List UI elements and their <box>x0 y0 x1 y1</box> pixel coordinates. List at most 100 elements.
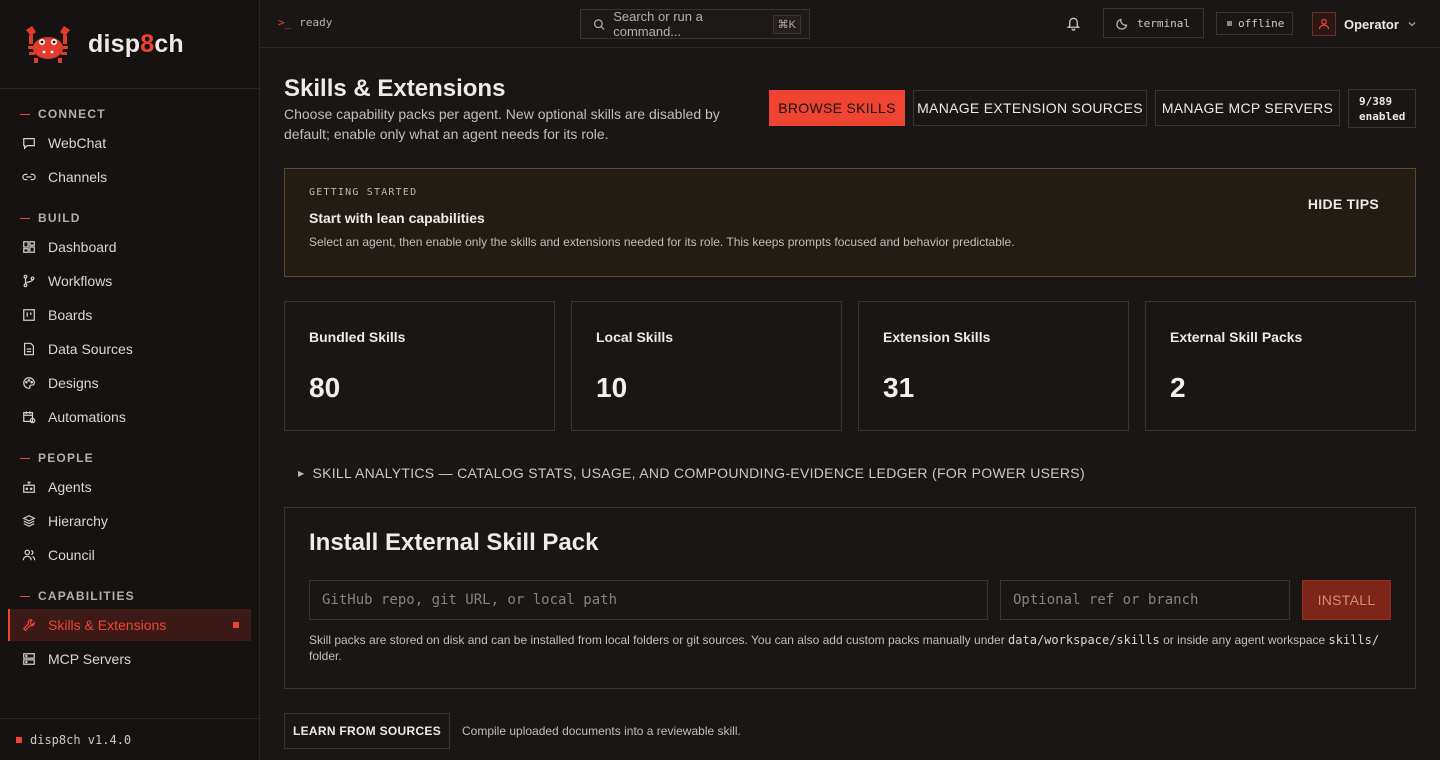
skill-source-placeholder: GitHub repo, git URL, or local path <box>322 592 618 608</box>
getting-started-tips: GETTING STARTED Start with lean capabili… <box>284 168 1416 277</box>
stat-value: 10 <box>596 372 628 403</box>
sidebar-item-label: Skills & Extensions <box>48 617 167 633</box>
active-indicator <box>233 622 239 628</box>
sidebar-item-label: MCP Servers <box>48 651 131 667</box>
sidebar-item-automations[interactable]: Automations <box>8 401 251 433</box>
install-note: Skill packs are stored on disk and can b… <box>309 633 1380 663</box>
chevron-down-icon <box>1408 22 1416 27</box>
palette-icon <box>23 377 35 389</box>
connection-label: offline <box>1238 17 1285 30</box>
manage-extension-sources-button[interactable]: MANAGE EXTENSION SOURCES <box>913 90 1147 126</box>
nav-section-capabilities: CAPABILITIES <box>0 585 259 607</box>
sidebar-item-label: Hierarchy <box>48 513 108 529</box>
sidebar-item-label: Channels <box>48 169 108 185</box>
sidebar-item-council[interactable]: Council <box>8 539 251 571</box>
sidebar-item-data-sources[interactable]: Data Sources <box>8 333 251 365</box>
nav-section-build: BUILD <box>0 207 259 229</box>
command-search[interactable]: Search or run a command... ⌘K <box>580 9 810 39</box>
search-icon <box>593 18 605 30</box>
stat-card-extension-skills: Extension Skills 31 <box>858 301 1129 431</box>
bell-icon <box>1066 17 1081 31</box>
browse-skills-button[interactable]: BROWSE SKILLS <box>769 90 905 126</box>
stat-value: 80 <box>309 372 341 403</box>
stat-label: Bundled Skills <box>309 329 406 345</box>
layers-icon <box>22 515 36 527</box>
nav-section-people: PEOPLE <box>0 447 259 469</box>
enabled-count: 9/389 <box>1359 95 1393 108</box>
sidebar-item-dashboard[interactable]: Dashboard <box>8 231 251 263</box>
sidebar-item-label: Dashboard <box>48 239 117 255</box>
topbar: >_ ready Search or run a command... ⌘K t… <box>260 0 1440 48</box>
version-footer: disp8ch v1.4.0 <box>0 718 259 760</box>
enabled-count-badge: 9/389 enabled <box>1348 89 1416 128</box>
enabled-count-label: enabled <box>1359 110 1406 123</box>
install-panel-title: Install External Skill Pack <box>309 529 599 556</box>
stat-label: Local Skills <box>596 329 674 345</box>
sidebar-item-label: Workflows <box>48 273 113 289</box>
crab-logo-icon <box>26 26 70 63</box>
board-icon <box>23 309 35 321</box>
user-name: Operator <box>1344 16 1399 32</box>
ref-branch-placeholder: Optional ref or branch <box>1013 592 1199 608</box>
wrench-icon <box>22 619 35 632</box>
calendar-clock-icon <box>23 411 36 424</box>
stat-value: 2 <box>1170 372 1186 403</box>
sidebar-item-workflows[interactable]: Workflows <box>8 265 251 297</box>
learn-from-sources-button[interactable]: LEARN FROM SOURCES <box>284 713 450 749</box>
tips-body: Select an agent, then enable only the sk… <box>309 235 1015 249</box>
main-content: Skills & Extensions Choose capability pa… <box>284 48 1416 760</box>
avatar <box>1312 12 1336 36</box>
manage-mcp-servers-button[interactable]: MANAGE MCP SERVERS <box>1155 90 1340 126</box>
moon-icon <box>1116 18 1128 30</box>
skill-source-input[interactable]: GitHub repo, git URL, or local path <box>309 580 988 620</box>
sidebar-item-skills-extensions[interactable]: Skills & Extensions <box>8 609 251 641</box>
page-title: Skills & Extensions <box>284 75 506 102</box>
sidebar-item-webchat[interactable]: WebChat <box>8 127 251 159</box>
robot-icon <box>23 481 35 493</box>
sidebar-item-designs[interactable]: Designs <box>8 367 251 399</box>
skill-analytics-toggle[interactable]: ▶ SKILL ANALYTICS — CATALOG STATS, USAGE… <box>298 465 1085 481</box>
server-icon <box>23 653 35 665</box>
chat-icon <box>23 138 35 150</box>
theme-label: terminal <box>1137 16 1190 30</box>
sidebar-item-label: Data Sources <box>48 341 133 357</box>
sidebar-item-label: Designs <box>48 375 99 391</box>
sidebar-item-label: Automations <box>48 409 126 425</box>
sidebar-item-agents[interactable]: Agents <box>8 471 251 503</box>
theme-toggle-button[interactable]: terminal <box>1103 8 1204 38</box>
skill-analytics-label: SKILL ANALYTICS — CATALOG STATS, USAGE, … <box>312 465 1085 481</box>
sidebar-item-label: Council <box>48 547 95 563</box>
user-icon <box>1318 18 1330 30</box>
sidebar-item-label: WebChat <box>48 135 107 151</box>
search-shortcut: ⌘K <box>772 14 801 34</box>
hide-tips-button[interactable]: HIDE TIPS <box>1308 196 1379 212</box>
grid-icon <box>23 241 35 253</box>
user-menu[interactable]: Operator <box>1312 12 1417 36</box>
stat-card-external-skill-packs: External Skill Packs 2 <box>1145 301 1416 431</box>
notifications-button[interactable] <box>1066 15 1081 36</box>
ref-branch-input[interactable]: Optional ref or branch <box>1000 580 1290 620</box>
stat-value: 31 <box>883 372 915 403</box>
sidebar-item-channels[interactable]: Channels <box>8 161 251 193</box>
nav-section-connect: CONNECT <box>0 103 259 125</box>
status-indicator: >_ ready <box>278 16 332 29</box>
sidebar-item-boards[interactable]: Boards <box>8 299 251 331</box>
file-icon <box>24 342 34 356</box>
version-status-dot <box>16 736 22 743</box>
brand-name: disp8ch <box>88 29 184 58</box>
sidebar-item-mcp-servers[interactable]: MCP Servers <box>8 643 251 675</box>
stat-card-bundled-skills: Bundled Skills 80 <box>284 301 555 431</box>
users-icon <box>22 549 36 561</box>
stat-label: External Skill Packs <box>1170 329 1303 345</box>
stat-card-local-skills: Local Skills 10 <box>571 301 842 431</box>
sidebar-item-hierarchy[interactable]: Hierarchy <box>8 505 251 537</box>
sidebar-nav: CONNECT WebChat Channels BUILD Dashboard… <box>0 89 259 675</box>
brand[interactable]: disp8ch <box>0 0 259 89</box>
connection-dot <box>1227 21 1232 26</box>
tips-kicker: GETTING STARTED <box>309 187 418 198</box>
version-label: disp8ch v1.4.0 <box>30 732 132 747</box>
connection-badge: offline <box>1216 12 1293 35</box>
agent-skills-folder: skills/ <box>1328 633 1380 647</box>
sidebar: disp8ch CONNECT WebChat Channels BUILD D… <box>0 0 260 760</box>
install-button[interactable]: INSTALL <box>1302 580 1391 620</box>
